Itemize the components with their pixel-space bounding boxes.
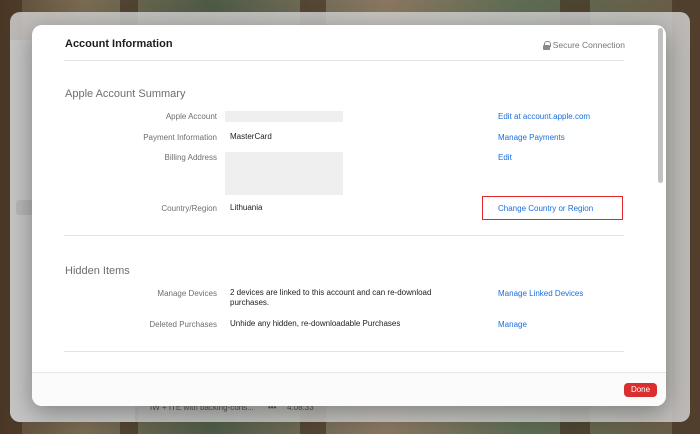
manage-devices-value-line2: purchases. [230, 298, 270, 307]
section-title-account-summary: Apple Account Summary [65, 88, 186, 100]
lock-icon [542, 40, 551, 50]
manage-hidden-purchases-link[interactable]: Manage [498, 320, 527, 329]
section-title-hidden-items: Hidden Items [65, 265, 130, 277]
edit-billing-address-link[interactable]: Edit [498, 153, 512, 162]
edit-account-link[interactable]: Edit at account.apple.com [498, 112, 590, 121]
row-label-manage-devices: Manage Devices [157, 289, 217, 298]
sheet-footer: Done [32, 372, 666, 406]
sheet-title: Account Information [65, 38, 173, 50]
account-information-sheet: Account Information Secure Connection Ap… [32, 25, 666, 406]
manage-linked-devices-link[interactable]: Manage Linked Devices [498, 289, 583, 298]
row-label-country-region: Country/Region [161, 204, 217, 213]
row-label-payment-information: Payment Information [143, 133, 217, 142]
header-divider [64, 60, 624, 61]
manage-devices-value-line1: 2 devices are linked to this account and… [230, 288, 432, 297]
billing-address-value-redacted [225, 152, 343, 195]
country-region-value: Lithuania [230, 203, 263, 212]
payment-information-value: MasterCard [230, 132, 272, 141]
row-label-billing-address: Billing Address [164, 153, 217, 162]
row-label-deleted-purchases: Deleted Purchases [149, 320, 217, 329]
done-button[interactable]: Done [624, 383, 657, 397]
deleted-purchases-value: Unhide any hidden, re-downloadable Purch… [230, 319, 401, 328]
apple-account-value-redacted [225, 111, 343, 122]
row-label-apple-account: Apple Account [165, 112, 217, 121]
sheet-header: Account Information Secure Connection [32, 25, 666, 60]
manage-payments-link[interactable]: Manage Payments [498, 133, 565, 142]
section-divider [64, 235, 624, 236]
section-divider [64, 351, 624, 352]
change-country-region-link[interactable]: Change Country or Region [498, 204, 593, 213]
secure-connection-label: Secure Connection [552, 40, 625, 50]
scrollbar[interactable] [658, 28, 663, 183]
secure-connection: Secure Connection [542, 40, 625, 50]
